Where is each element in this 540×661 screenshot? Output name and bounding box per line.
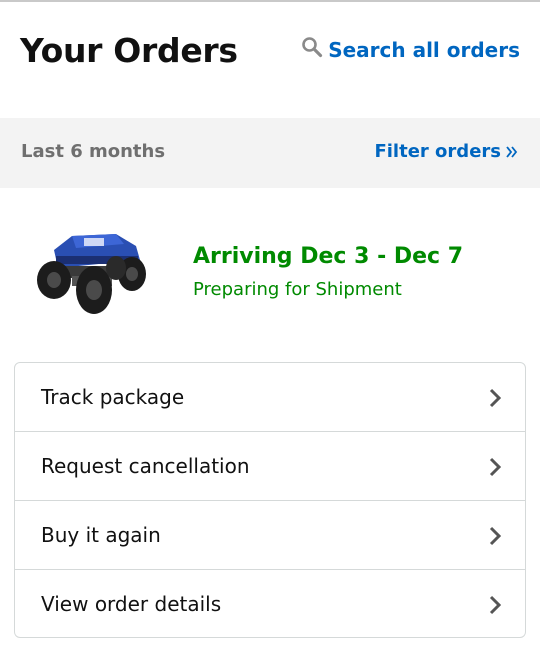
search-all-orders-label: Search all orders (328, 38, 520, 62)
buy-it-again-button[interactable]: Buy it again (15, 501, 525, 570)
arrival-date: Arriving Dec 3 - Dec 7 (193, 244, 464, 269)
search-all-orders-link[interactable]: Search all orders (301, 37, 520, 62)
shipment-status: Preparing for Shipment (193, 279, 402, 300)
filter-orders-link[interactable]: Filter orders (374, 141, 519, 162)
chevron-right-icon (489, 457, 501, 477)
filter-bar: Last 6 months Filter orders (0, 118, 540, 188)
order-card[interactable]: Arriving Dec 3 - Dec 7 Preparing for Shi… (0, 188, 540, 360)
product-image[interactable] (28, 228, 150, 320)
filter-orders-label: Filter orders (374, 141, 501, 162)
chevron-right-icon (489, 595, 501, 615)
request-cancellation-button[interactable]: Request cancellation (15, 432, 525, 501)
action-label: View order details (41, 592, 222, 616)
view-order-details-button[interactable]: View order details (15, 570, 525, 637)
search-icon (302, 37, 323, 58)
orders-page: Your Orders Search all orders Last 6 mon… (0, 0, 540, 661)
time-period-label: Last 6 months (21, 141, 166, 162)
action-label: Request cancellation (41, 454, 250, 478)
action-label: Buy it again (41, 523, 161, 547)
chevron-right-icon (489, 388, 501, 408)
header: Your Orders Search all orders (0, 2, 540, 120)
action-label: Track package (41, 385, 185, 409)
chevron-right-icon (489, 526, 501, 546)
order-actions-list: Track package Request cancellation Buy i… (14, 362, 526, 638)
page-title: Your Orders (20, 31, 238, 70)
double-chevron-right-icon (506, 145, 518, 158)
track-package-button[interactable]: Track package (15, 363, 525, 432)
